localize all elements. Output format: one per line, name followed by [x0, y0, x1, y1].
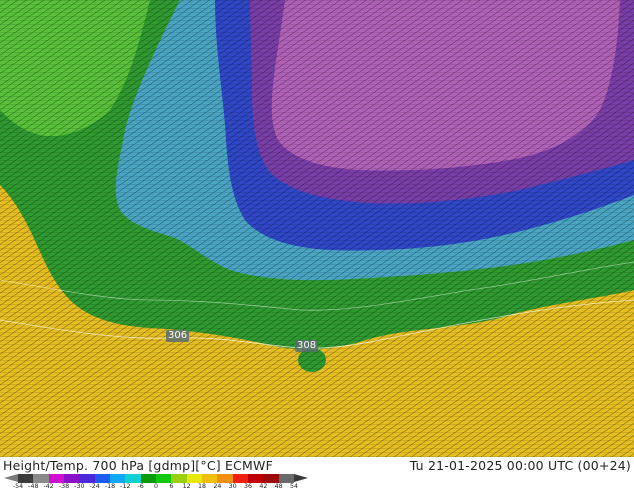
colorbar-tick-label: -6: [137, 483, 144, 490]
colorbar-segment: [48, 474, 64, 483]
temperature-map[interactable]: [0, 0, 634, 457]
colorbar-segment: [171, 474, 187, 483]
colorbar-segment: [33, 474, 49, 483]
temperature-colorbar: [18, 474, 294, 483]
contour-label: 308: [295, 340, 319, 352]
colorbar-tick-label: -30: [74, 483, 85, 490]
colorbar-tick-label: -12: [120, 483, 131, 490]
colorbar-tick-label: 54: [289, 483, 299, 490]
colorbar-tick-label: 6: [169, 483, 174, 490]
colorbar-segment: [63, 474, 80, 483]
colorbar-tick-label: 36: [243, 483, 253, 490]
colorbar-max-arrow: [294, 474, 308, 482]
colorbar-tick-label: 42: [259, 483, 268, 490]
colorbar-tick-label: 12: [182, 483, 191, 490]
colorbar-segment: [263, 474, 279, 483]
colorbar-segment: [18, 474, 34, 483]
colorbar-min-arrow: [4, 474, 18, 482]
colorbar-segment: [125, 474, 141, 483]
colorbar-tick-label: -54: [12, 483, 24, 490]
colorbar-tick-label: -42: [43, 483, 54, 490]
colorbar-tick-label: -18: [104, 483, 116, 490]
colorbar-segment: [217, 474, 233, 483]
colorbar-segment: [94, 474, 110, 483]
colorbar-segment: [140, 474, 156, 483]
forecast-datetime: Tu 21-01-2025 00:00 UTC (00+24): [409, 458, 631, 473]
weather-map-frame: 306 308 Height/Temp. 700 hPa [gdmp][°C] …: [0, 0, 634, 490]
colorbar-tick-label: 0: [153, 483, 159, 490]
map-title: Height/Temp. 700 hPa [gdmp][°C] ECMWF: [3, 458, 273, 473]
colorbar-segment: [109, 474, 126, 483]
colorbar-tick-label: 24: [213, 483, 222, 490]
colorbar-segment: [278, 474, 294, 483]
map-footer: Height/Temp. 700 hPa [gdmp][°C] ECMWF Tu…: [0, 457, 634, 490]
colorbar-tick-label: -38: [58, 483, 70, 490]
colorbar-segment: [186, 474, 202, 483]
colorbar-segment: [155, 474, 172, 483]
colorbar-tick-label: 18: [197, 483, 207, 490]
colorbar-tick-label: 48: [274, 483, 283, 490]
colorbar-ticks: -54 -48 -42 -38 -30 -24 -18 -12 -6 0 6 12 18 24 30 36 42…: [13, 483, 308, 490]
colorbar-tick-label: -24: [89, 483, 100, 490]
colorbar-segment: [247, 474, 264, 483]
colorbar-segment: [201, 474, 218, 483]
contour-label: 306: [166, 330, 190, 342]
colorbar-tick-label: -48: [28, 483, 39, 490]
colorbar-segment: [232, 474, 248, 483]
barb-overlay-fine: [0, 0, 634, 457]
colorbar-tick-label: 30: [228, 483, 237, 490]
colorbar-segment: [79, 474, 95, 483]
